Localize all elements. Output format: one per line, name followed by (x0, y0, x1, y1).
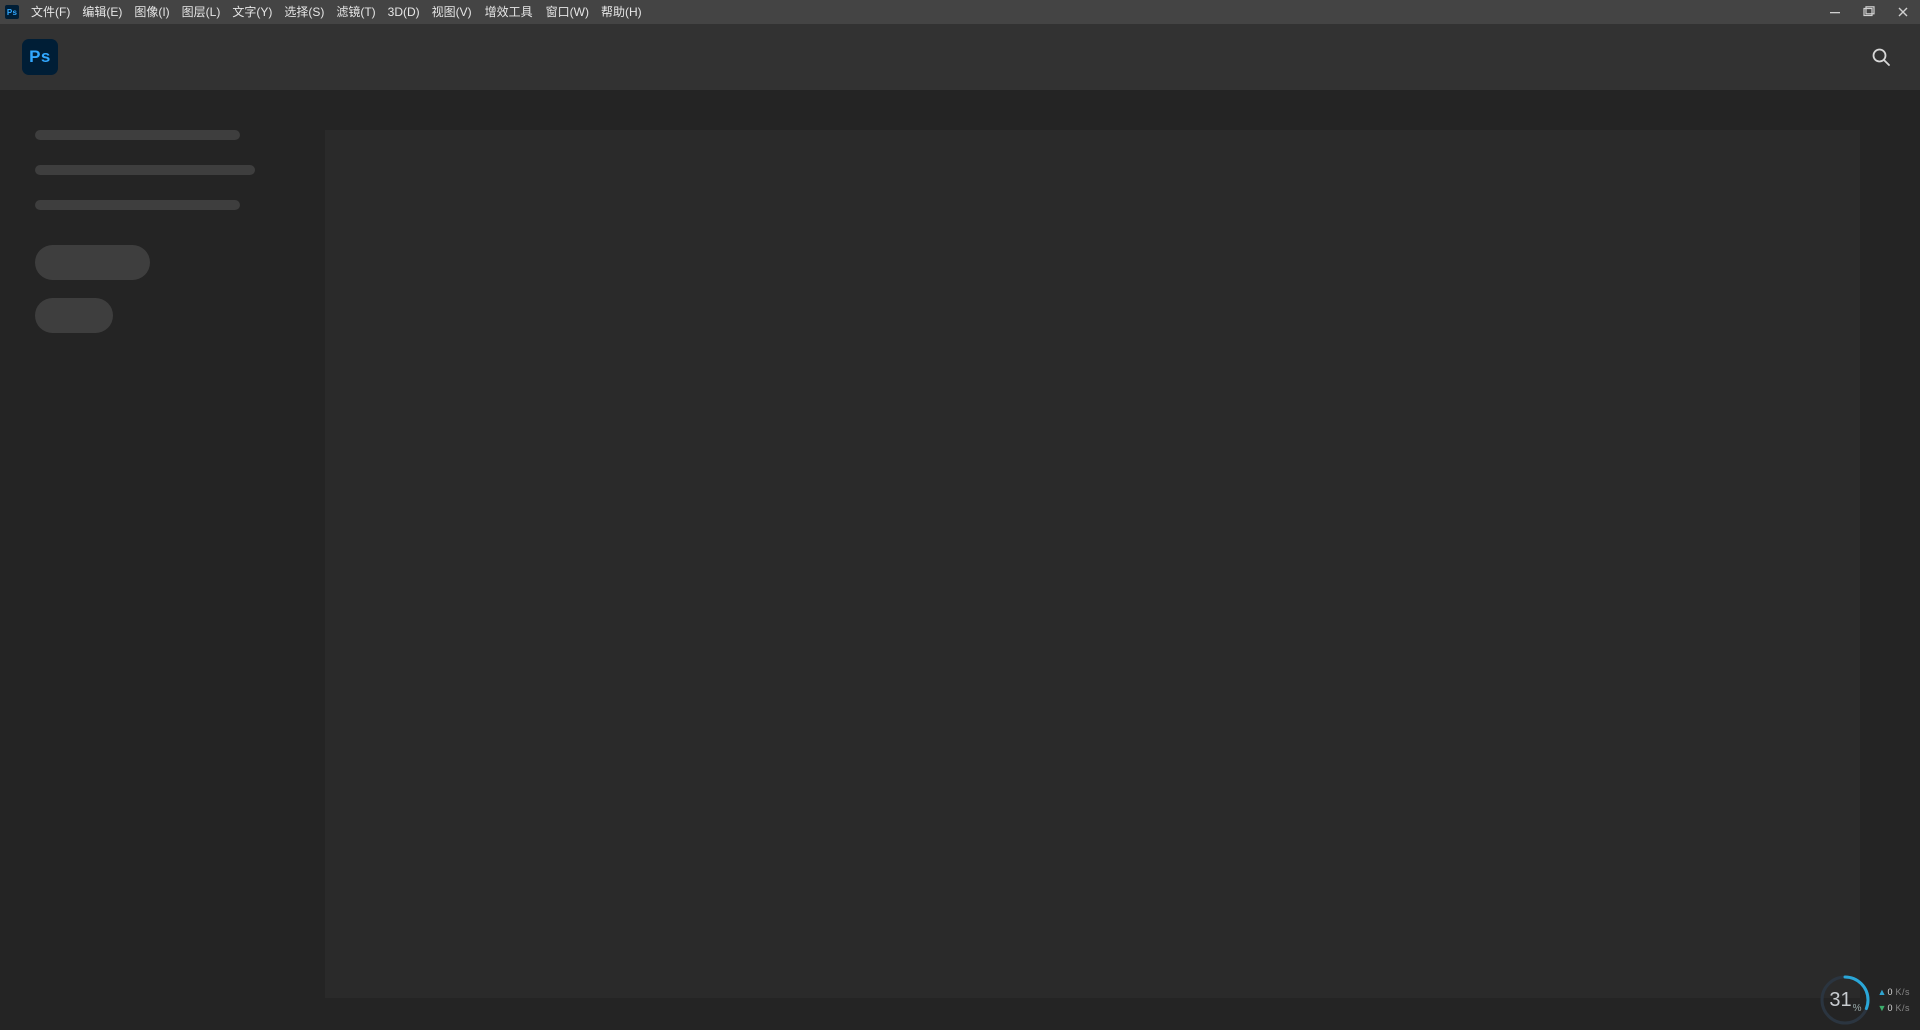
upload-unit: K/s (1895, 987, 1910, 997)
minimize-icon (1829, 6, 1841, 18)
menu-edit[interactable]: 编辑(E) (76, 0, 128, 24)
menu-image[interactable]: 图像(I) (128, 0, 175, 24)
app-header: Ps (0, 24, 1920, 90)
menu-window[interactable]: 窗口(W) (540, 0, 595, 24)
window-controls (1818, 0, 1920, 24)
skeleton-line (35, 200, 240, 210)
menu-filter[interactable]: 滤镜(T) (330, 0, 381, 24)
skeleton-line (35, 130, 240, 140)
skeleton-pill (35, 245, 150, 280)
maximize-icon (1863, 6, 1875, 18)
menu-file[interactable]: 文件(F) (25, 0, 76, 24)
download-rate: ▼ 0 K/s (1877, 1003, 1910, 1013)
menubar: Ps 文件(F) 编辑(E) 图像(I) 图层(L) 文字(Y) 选择(S) 滤… (0, 0, 1920, 24)
menu-help[interactable]: 帮助(H) (595, 0, 648, 24)
gauge-unit: % (1853, 1003, 1862, 1014)
upload-rate: ▲ 0 K/s (1877, 987, 1910, 997)
net-rates: ▲ 0 K/s ▼ 0 K/s (1877, 987, 1910, 1013)
skeleton-line (35, 165, 255, 175)
network-overlay: 31 % ▲ 0 K/s ▼ 0 K/s (1819, 974, 1910, 1026)
cpu-gauge: 31 % (1819, 974, 1871, 1026)
workspace-placeholder (325, 130, 1860, 998)
menu-view[interactable]: 视图(V) (426, 0, 478, 24)
search-icon (1871, 47, 1891, 67)
menu-select[interactable]: 选择(S) (278, 0, 330, 24)
minimize-button[interactable] (1818, 0, 1852, 24)
menu-3d[interactable]: 3D(D) (382, 0, 426, 24)
arrow-up-icon: ▲ (1877, 987, 1884, 997)
maximize-button[interactable] (1852, 0, 1886, 24)
sidebar-skeleton (35, 130, 285, 333)
gauge-value: 31 % (1819, 974, 1871, 1026)
upload-value: 0 (1887, 987, 1892, 997)
close-icon (1897, 6, 1909, 18)
close-button[interactable] (1886, 0, 1920, 24)
skeleton-pill (35, 298, 113, 333)
app-logo-icon: Ps (22, 39, 58, 75)
home-body (0, 90, 1920, 1030)
app-badge-icon: Ps (5, 5, 19, 19)
menu-layer[interactable]: 图层(L) (176, 0, 227, 24)
search-button[interactable] (1870, 46, 1892, 68)
gauge-number: 31 (1829, 989, 1851, 1012)
menu-items: 文件(F) 编辑(E) 图像(I) 图层(L) 文字(Y) 选择(S) 滤镜(T… (25, 0, 648, 24)
menu-plugins[interactable]: 增效工具 (478, 0, 540, 24)
arrow-down-icon: ▼ (1877, 1003, 1884, 1013)
menu-type[interactable]: 文字(Y) (226, 0, 278, 24)
download-value: 0 (1887, 1003, 1892, 1013)
download-unit: K/s (1895, 1003, 1910, 1013)
